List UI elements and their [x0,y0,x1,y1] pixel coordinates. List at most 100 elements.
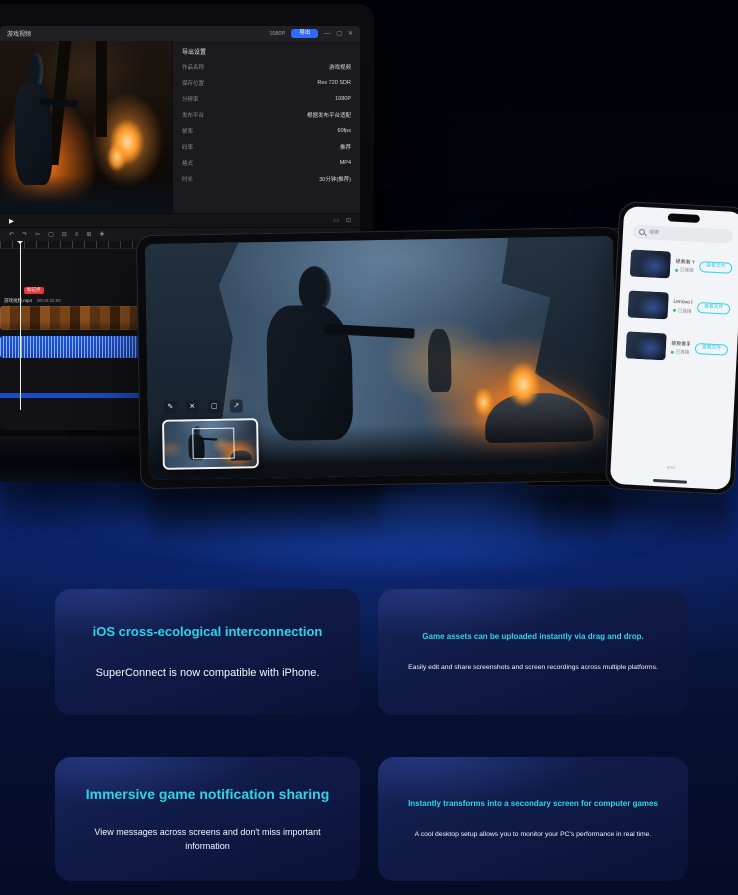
share-icon[interactable]: ↗ [230,399,243,412]
setting-label: 格式 [182,159,193,167]
undo-icon[interactable]: ↶ [9,232,14,238]
screenshot-toolbar: ✎ ✕ ▢ ↗ [164,399,243,413]
project-title: 游戏视频 [7,29,31,38]
crop-frame[interactable] [192,428,235,459]
search-input[interactable] [649,229,727,239]
setting-row: 码率 推荐 [182,143,351,151]
promo-page: 游戏视频 1080P 导出 — ▢ ✕ [0,0,738,895]
device-status: 已连接 [675,267,694,274]
feature-subtitle: View messages across screens and don't m… [75,826,340,853]
clip-duration: 00:00:32:00 [37,298,61,304]
device-status: 已连接 [673,307,692,314]
feature-subtitle: SuperConnect is now compatible with iPho… [96,665,320,682]
redo-icon[interactable]: ↷ [22,232,27,238]
setting-row: 帧率 60fps [182,127,351,135]
device-row[interactable]: Lenovo Legion Y700 已连接 查看文件 [628,290,731,322]
scene-ground [0,175,172,213]
delete-icon[interactable]: ⊟ [62,232,67,238]
feature-subtitle: A cool desktop setup allows you to monit… [415,830,652,840]
list-end-label: end [611,463,731,474]
window-beam [96,41,106,137]
add-icon[interactable]: ✚ [99,232,104,238]
cut-icon[interactable]: ✂ [35,232,40,238]
close-icon[interactable]: ✕ [348,30,353,37]
quality-selector[interactable]: 1080P [269,31,285,37]
feature-card-second-screen: Instantly transforms into a secondary sc… [378,757,688,881]
edit-icon[interactable]: ✎ [164,401,177,414]
phone-screen: 拯救者 Y700 已连接 查看文件 Lenovo Legion Y700 [610,206,738,490]
device-row[interactable]: 拯救者手机 已连接 查看文件 [625,331,728,363]
device-row[interactable]: 拯救者 Y700 已连接 查看文件 [630,249,733,281]
panel-title: 导出设置 [182,47,351,56]
setting-label: 保存位置 [182,79,204,87]
clip-label: 游戏视频.mp4 00:00:32:00 [4,298,61,304]
fit-view-icon[interactable]: ▭ [333,218,339,224]
flame [107,142,127,172]
device-thumbnail [628,290,669,319]
maximize-icon[interactable]: ▢ [336,30,342,37]
setting-value[interactable]: 30分钟(推荐) [319,175,351,183]
setting-value[interactable]: 游戏视频 [329,63,351,71]
setting-label: 作品名称 [182,63,204,71]
legion-tablet: ✎ ✕ ▢ ↗ [136,227,626,489]
device-thumbnail [630,249,671,278]
feature-title: Immersive game notification sharing [86,785,330,805]
crop-icon[interactable]: ▢ [208,400,221,413]
device-texts: 拯救者手机 已连接 [671,339,691,355]
transport-bar: ▶ ▭ ⊡ [0,213,360,227]
setting-value[interactable]: 1080P [335,96,351,102]
status-text: 已连接 [680,267,694,274]
tracks-icon[interactable]: ≡ [75,232,79,238]
game-scene-preview [0,41,172,213]
timeline-marker[interactable]: 标记点 [24,287,44,294]
online-dot-icon [673,309,676,312]
editor-titlebar: 游戏视频 1080P 导出 — ▢ ✕ [0,26,360,41]
delete-icon[interactable]: ✕ [186,400,199,413]
play-button[interactable]: ▶ [9,217,14,225]
device-status: 已连接 [671,349,690,356]
screenshot-preview-pip[interactable] [162,418,259,470]
export-button[interactable]: 导出 [291,29,318,39]
setting-value[interactable]: Res 720 SDR [317,80,351,86]
device-thumbnail [625,331,666,360]
dynamic-island [668,213,700,223]
tablet-screen: ✎ ✕ ▢ ↗ [145,236,617,480]
device-texts: Lenovo Legion Y700 已连接 [673,299,693,314]
playhead[interactable] [20,241,21,410]
video-preview [0,41,172,213]
device-name: 拯救者手机 [671,339,690,347]
setting-value[interactable]: 推荐 [340,143,351,151]
feature-card-ios: iOS cross-ecological interconnection Sup… [55,589,360,715]
feature-card-drag-drop: Game assets can be uploaded instantly vi… [378,589,688,715]
device-texts: 拯救者 Y700 已连接 [675,258,695,274]
view-file-button[interactable]: 查看文件 [697,302,731,316]
setting-label: 帧率 [182,127,193,135]
editor-main: 导出设置 作品名称 游戏视频 保存位置 Res 720 SDR 分辨率 1080… [0,41,360,213]
frame-icon[interactable]: ▢ [48,232,54,238]
setting-value[interactable]: MP4 [340,160,351,166]
feature-title: iOS cross-ecological interconnection [93,623,323,641]
phones-reflection [540,494,732,566]
fullscreen-icon[interactable]: ⊡ [346,218,351,224]
setting-value[interactable]: 60fps [338,128,351,134]
search-bar[interactable] [633,225,734,244]
grid-icon[interactable]: ⊞ [86,232,91,238]
device-name: 拯救者 Y700 [675,258,694,266]
clip-name: 游戏视频.mp4 [4,298,32,304]
minimize-icon[interactable]: — [324,31,330,37]
setting-value[interactable]: 根据发布平台适配 [307,111,351,119]
online-dot-icon [675,269,678,272]
setting-row: 保存位置 Res 720 SDR [182,79,351,87]
view-file-button[interactable]: 查看文件 [699,261,733,275]
view-file-button[interactable]: 查看文件 [694,343,728,357]
search-icon [639,229,645,235]
setting-row: 分辨率 1080P [182,95,351,103]
setting-row: 发布平台 根据发布平台适配 [182,111,351,119]
setting-row: 格式 MP4 [182,159,351,167]
tablet-reflection [150,490,612,572]
online-dot-icon [671,350,674,353]
feature-title: Instantly transforms into a secondary sc… [408,798,658,809]
feature-title: Game assets can be uploaded instantly vi… [422,631,643,642]
setting-row: 时长 30分钟(推荐) [182,175,351,183]
feature-card-notifications: Immersive game notification sharing View… [55,757,360,881]
